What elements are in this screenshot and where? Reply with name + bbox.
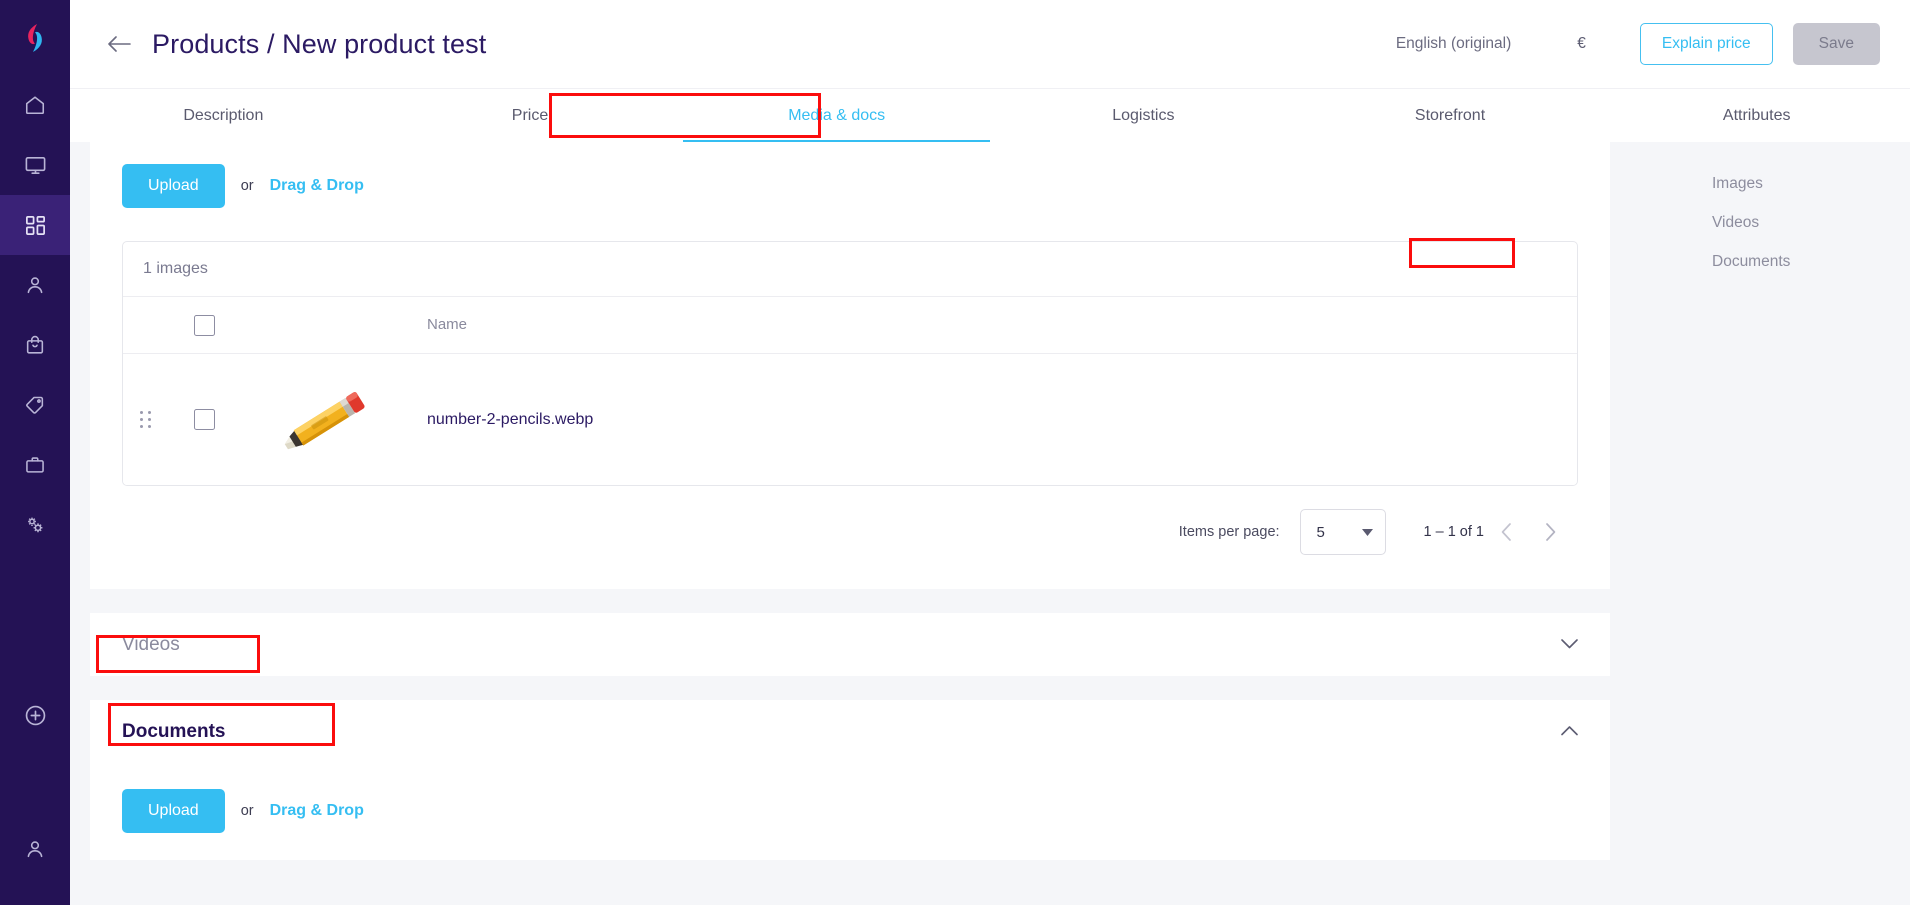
tab-price[interactable]: Price [377, 89, 684, 142]
sidebar-item-customers[interactable] [0, 255, 70, 315]
section-nav-images[interactable]: Images [1700, 164, 1910, 203]
chevron-up-icon [1561, 725, 1578, 735]
items-per-page-select[interactable]: 5 [1299, 509, 1386, 555]
images-drag-drop-link[interactable]: Drag & Drop [270, 177, 364, 195]
images-table-caption: 1 images [123, 242, 1577, 297]
tab-storefront[interactable]: Storefront [1297, 89, 1604, 142]
images-table: 1 images Name number-2-pencils.webp [122, 241, 1578, 486]
header-actions: English (original) € Explain price Save [1386, 23, 1880, 65]
images-or-label: or [240, 178, 254, 194]
table-row[interactable]: number-2-pencils.webp [123, 354, 1577, 485]
sidebar-item-catalog[interactable] [0, 195, 70, 255]
briefcase-icon [26, 457, 44, 473]
main-content: Upload or Drag & Drop 1 images Name numb… [70, 142, 1910, 905]
sidebar-item-orders[interactable] [0, 315, 70, 375]
sidebar-account-button[interactable] [0, 819, 70, 879]
sidebar-item-monitor[interactable] [0, 135, 70, 195]
tab-media-and-docs[interactable]: Media & docs [683, 89, 990, 142]
chevron-left-icon [1501, 523, 1511, 541]
user-icon [27, 277, 43, 294]
images-upload-button[interactable]: Upload [122, 164, 225, 208]
sidebar-item-pricing[interactable] [0, 375, 70, 435]
tab-bar: Description Price Media & docs Logistics… [70, 88, 1910, 142]
images-paginator: Items per page: 5 1 – 1 of 1 [122, 509, 1578, 555]
images-table-header: Name [123, 297, 1577, 354]
items-per-page-value: 5 [1316, 523, 1325, 541]
sidebar-item-settings[interactable] [0, 495, 70, 555]
save-button[interactable]: Save [1792, 23, 1880, 65]
next-page-button[interactable] [1528, 510, 1572, 554]
left-sidebar [0, 0, 70, 905]
tab-description[interactable]: Description [70, 89, 377, 142]
videos-section-title: Videos [122, 633, 180, 655]
documents-drag-drop-link[interactable]: Drag & Drop [270, 802, 364, 820]
sidebar-item-business[interactable] [0, 435, 70, 495]
pencil-image [284, 391, 365, 449]
row-drag-handle[interactable] [139, 411, 151, 428]
page-title: Products / New product test [152, 28, 487, 59]
monitor-icon [25, 156, 45, 174]
documents-section-title: Documents [122, 720, 226, 742]
column-header-name: Name [427, 316, 468, 333]
select-all-checkbox[interactable] [193, 314, 215, 336]
brand-swirl-logo-icon [28, 23, 42, 52]
tag-icon [26, 396, 44, 414]
row-filename[interactable]: number-2-pencils.webp [427, 411, 593, 428]
back-button[interactable] [102, 27, 136, 61]
media-section-nav: Images Videos Documents [1700, 142, 1910, 281]
home-icon [25, 96, 45, 115]
items-per-page-label: Items per page: [1178, 524, 1280, 540]
tab-attributes[interactable]: Attributes [1603, 89, 1910, 142]
documents-upload-button[interactable]: Upload [122, 789, 225, 833]
arrow-left-icon [108, 36, 131, 52]
grid-icon [25, 215, 45, 235]
images-upload-row: Upload or Drag & Drop [122, 164, 1578, 208]
media-main-column: Upload or Drag & Drop 1 images Name numb… [90, 142, 1610, 860]
row-checkbox[interactable] [193, 409, 215, 430]
documents-section: Documents Upload or Drag & Drop [90, 700, 1610, 860]
documents-or-label: or [240, 803, 254, 819]
chevron-right-icon [1545, 523, 1555, 541]
images-panel: Upload or Drag & Drop 1 images Name numb… [90, 142, 1610, 589]
tab-logistics[interactable]: Logistics [990, 89, 1297, 142]
documents-upload-row: Upload or Drag & Drop [122, 789, 1578, 833]
documents-section-header[interactable]: Documents [122, 700, 1578, 763]
page-header: Products / New product test English (ori… [70, 0, 1910, 88]
plus-circle-icon [25, 705, 45, 725]
user-account-icon [27, 841, 43, 858]
language-selector[interactable]: English (original) [1386, 29, 1521, 59]
videos-collapse-toggle[interactable] [1561, 636, 1578, 654]
page-range-label: 1 – 1 of 1 [1423, 524, 1484, 540]
explain-price-button[interactable]: Explain price [1639, 23, 1773, 65]
shopping-bag-icon [26, 335, 44, 354]
sidebar-item-home[interactable] [0, 75, 70, 135]
documents-collapse-toggle[interactable] [1561, 723, 1578, 741]
section-nav-videos[interactable]: Videos [1700, 203, 1910, 242]
chevron-down-icon [1561, 638, 1578, 648]
sidebar-add-button[interactable] [0, 685, 70, 745]
app-logo[interactable] [0, 0, 70, 75]
caret-down-icon [1361, 528, 1373, 536]
previous-page-button[interactable] [1484, 510, 1528, 554]
currency-selector[interactable]: € [1567, 29, 1596, 59]
section-nav-documents[interactable]: Documents [1700, 242, 1910, 281]
videos-section-header[interactable]: Videos [90, 613, 1610, 676]
gears-icon [28, 517, 43, 533]
